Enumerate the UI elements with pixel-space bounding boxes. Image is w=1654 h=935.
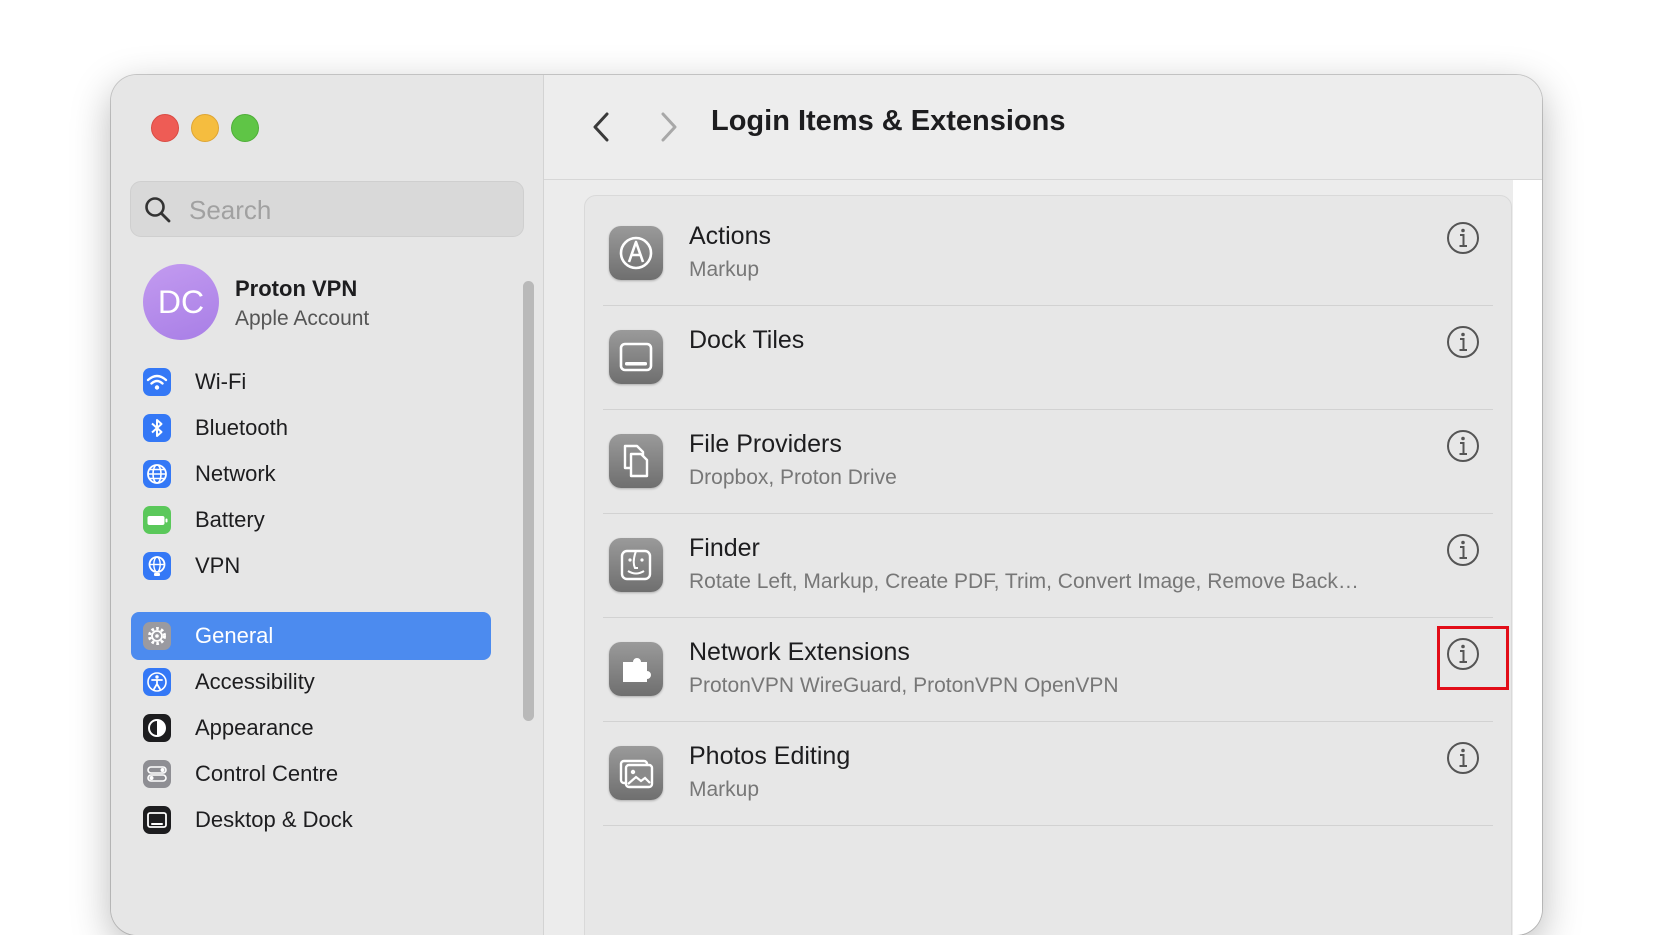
content-gutter bbox=[1513, 180, 1542, 935]
main-content: Login Items & Extensions Actions Markup bbox=[544, 75, 1542, 935]
sidebar-item-label: Accessibility bbox=[195, 669, 315, 694]
row-subtitle: Markup bbox=[689, 258, 760, 281]
info-icon[interactable] bbox=[1445, 220, 1481, 256]
sidebar-item-appearance[interactable]: Appearance bbox=[131, 704, 491, 752]
sidebar-item-label: Appearance bbox=[195, 715, 314, 740]
sidebar-item-vpn[interactable]: VPN bbox=[131, 542, 491, 590]
list-item-actions[interactable]: Actions Markup bbox=[585, 196, 1511, 306]
dock-tiles-icon bbox=[609, 330, 663, 384]
forward-button[interactable] bbox=[654, 109, 684, 145]
sidebar-item-label: Network bbox=[195, 461, 276, 486]
list-item-file-providers[interactable]: File Providers Dropbox, Proton Drive bbox=[585, 404, 1511, 514]
row-title: Network Extensions bbox=[689, 638, 910, 666]
zoom-window-button[interactable] bbox=[231, 114, 259, 142]
extensions-panel: Actions Markup Dock Tiles File Providers… bbox=[584, 195, 1512, 935]
sidebar-item-label: Control Centre bbox=[195, 761, 339, 786]
list-item-network-extensions[interactable]: Network Extensions ProtonVPN WireGuard, … bbox=[585, 612, 1511, 722]
settings-window: DC Proton VPN Apple Account Wi-Fi Bl bbox=[111, 75, 1542, 935]
globe-icon bbox=[143, 460, 171, 488]
search-field[interactable] bbox=[130, 181, 524, 237]
search-input[interactable] bbox=[187, 192, 511, 228]
control-centre-icon bbox=[143, 760, 171, 788]
sidebar-item-network[interactable]: Network bbox=[131, 450, 491, 498]
actions-icon bbox=[609, 226, 663, 280]
photos-editing-icon bbox=[609, 746, 663, 800]
sidebar-item-label: Bluetooth bbox=[195, 415, 288, 440]
bluetooth-icon bbox=[143, 414, 171, 442]
row-title: Photos Editing bbox=[689, 742, 851, 770]
gear-icon bbox=[143, 622, 171, 650]
account-subtitle: Apple Account bbox=[235, 307, 370, 330]
row-title: Finder bbox=[689, 534, 760, 562]
sidebar-item-battery[interactable]: Battery bbox=[131, 496, 491, 544]
page-title: Login Items & Extensions bbox=[711, 105, 1066, 137]
file-providers-icon bbox=[609, 434, 663, 488]
sidebar-item-wifi[interactable]: Wi-Fi bbox=[131, 358, 491, 406]
highlight-box bbox=[1437, 626, 1509, 690]
list-item-finder[interactable]: Finder Rotate Left, Markup, Create PDF, … bbox=[585, 508, 1511, 618]
sidebar-item-control-centre[interactable]: Control Centre bbox=[131, 750, 491, 798]
appearance-icon bbox=[143, 714, 171, 742]
network-extensions-icon bbox=[609, 642, 663, 696]
row-subtitle: Rotate Left, Markup, Create PDF, Trim, C… bbox=[689, 570, 1359, 593]
sidebar-item-general[interactable]: General bbox=[131, 612, 491, 660]
back-button[interactable] bbox=[586, 109, 616, 145]
row-title: Dock Tiles bbox=[689, 326, 805, 354]
row-subtitle: Dropbox, Proton Drive bbox=[689, 466, 897, 489]
list-item-photos-editing[interactable]: Photos Editing Markup bbox=[585, 716, 1511, 826]
desktop-dock-icon bbox=[143, 806, 171, 834]
row-title: Actions bbox=[689, 222, 771, 250]
sidebar-item-accessibility[interactable]: Accessibility bbox=[131, 658, 491, 706]
sidebar-item-label: Wi-Fi bbox=[195, 369, 247, 394]
info-icon[interactable] bbox=[1445, 324, 1481, 360]
sidebar-item-label: Battery bbox=[195, 507, 265, 532]
accessibility-icon bbox=[143, 668, 171, 696]
info-icon[interactable] bbox=[1445, 428, 1481, 464]
battery-icon bbox=[143, 506, 171, 534]
finder-icon bbox=[609, 538, 663, 592]
sidebar-item-label: General bbox=[195, 623, 274, 648]
sidebar: DC Proton VPN Apple Account Wi-Fi Bl bbox=[111, 75, 544, 935]
vpn-globe-icon bbox=[143, 552, 171, 580]
row-subtitle: ProtonVPN WireGuard, ProtonVPN OpenVPN bbox=[689, 674, 1119, 697]
divider bbox=[603, 825, 1493, 826]
sidebar-item-label: VPN bbox=[195, 553, 241, 578]
close-window-button[interactable] bbox=[151, 114, 179, 142]
list-item-dock-tiles[interactable]: Dock Tiles bbox=[585, 300, 1511, 410]
sidebar-item-desktop-dock[interactable]: Desktop & Dock bbox=[131, 796, 491, 844]
toolbar: Login Items & Extensions bbox=[544, 75, 1542, 180]
sidebar-scrollbar[interactable] bbox=[523, 281, 534, 721]
account-name: Proton VPN bbox=[235, 276, 358, 301]
minimize-window-button[interactable] bbox=[191, 114, 219, 142]
extensions-list-area: Actions Markup Dock Tiles File Providers… bbox=[544, 180, 1513, 935]
row-subtitle: Markup bbox=[689, 778, 760, 801]
search-icon bbox=[145, 197, 171, 223]
sidebar-item-label: Desktop & Dock bbox=[195, 807, 353, 832]
avatar: DC bbox=[143, 264, 219, 340]
info-icon[interactable] bbox=[1445, 532, 1481, 568]
wifi-icon bbox=[143, 368, 171, 396]
row-title: File Providers bbox=[689, 430, 842, 458]
info-icon[interactable] bbox=[1445, 740, 1481, 776]
sidebar-item-bluetooth[interactable]: Bluetooth bbox=[131, 404, 491, 452]
apple-account[interactable]: DC Proton VPN Apple Account bbox=[143, 264, 523, 342]
